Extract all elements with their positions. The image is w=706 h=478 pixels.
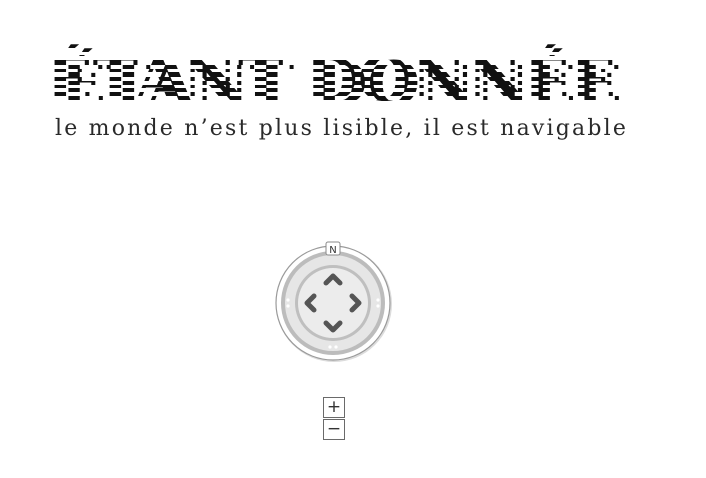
- tagline: le monde n’est plus lisible, il est navi…: [55, 116, 629, 141]
- zoom-out-button[interactable]: −: [323, 419, 345, 440]
- site-title: ÉTANT DONNÉE ÉTANT DONNÉE: [38, 40, 628, 110]
- zoom-control: + −: [323, 397, 347, 441]
- north-label: N: [329, 245, 336, 256]
- pan-control[interactable]: N: [274, 240, 394, 364]
- zoom-in-button[interactable]: +: [323, 397, 345, 418]
- compass-north-marker[interactable]: N: [325, 241, 341, 256]
